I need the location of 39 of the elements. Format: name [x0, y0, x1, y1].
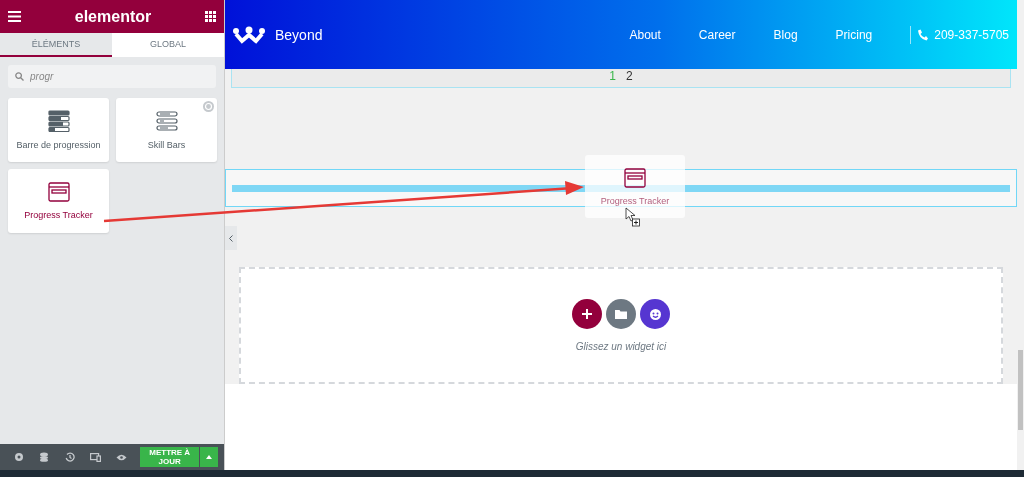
skill-bars-icon — [155, 110, 178, 132]
widget-card[interactable]: Skill Bars — [116, 98, 217, 162]
history-icon[interactable] — [65, 452, 76, 462]
drop-hint: Glissez un widget ici — [575, 341, 667, 352]
nav-link[interactable]: About — [629, 27, 661, 42]
menu-icon[interactable] — [8, 11, 21, 22]
eye-icon[interactable] — [115, 453, 127, 461]
page-number[interactable]: 1 — [609, 69, 616, 87]
progress-bars-icon — [47, 110, 70, 132]
library-button[interactable] — [640, 299, 670, 329]
panel-tab[interactable]: GLOBAL — [112, 33, 224, 57]
add-section-button[interactable] — [572, 299, 602, 329]
caret-up-icon — [206, 455, 213, 459]
nav-link[interactable]: Blog — [773, 27, 798, 42]
browser-window-icon — [624, 167, 646, 188]
responsive-icon[interactable] — [90, 452, 102, 462]
settings-icon[interactable] — [13, 452, 24, 462]
update-button[interactable]: METTRE À JOUR — [140, 447, 200, 467]
page-number[interactable]: 2 — [626, 69, 633, 87]
folder-icon — [615, 309, 627, 319]
search-icon — [15, 72, 24, 81]
nav-link[interactable]: Pricing — [835, 27, 873, 42]
widget-card[interactable]: Progress Tracker — [8, 169, 109, 233]
dragged-widget-label: Progress Tracker — [600, 195, 670, 206]
dots-logo-icon — [233, 25, 265, 44]
phone-icon — [917, 28, 929, 41]
phone-number: 209-337-5705 — [934, 27, 1009, 42]
add-template-button[interactable] — [606, 299, 636, 329]
nav-link[interactable]: Career — [698, 27, 736, 42]
layers-icon[interactable] — [39, 452, 50, 462]
smiley-icon — [648, 307, 662, 321]
search-field[interactable]: progr — [8, 65, 216, 88]
grid-icon[interactable] — [205, 11, 216, 22]
browser-window-icon — [47, 182, 70, 202]
widget-card[interactable]: Barre de progression — [8, 98, 109, 162]
site-brand: Beyond — [275, 26, 323, 43]
app-logo: elementor — [74, 7, 152, 26]
plus-icon — [582, 309, 592, 319]
chevron-left-icon — [229, 234, 233, 242]
